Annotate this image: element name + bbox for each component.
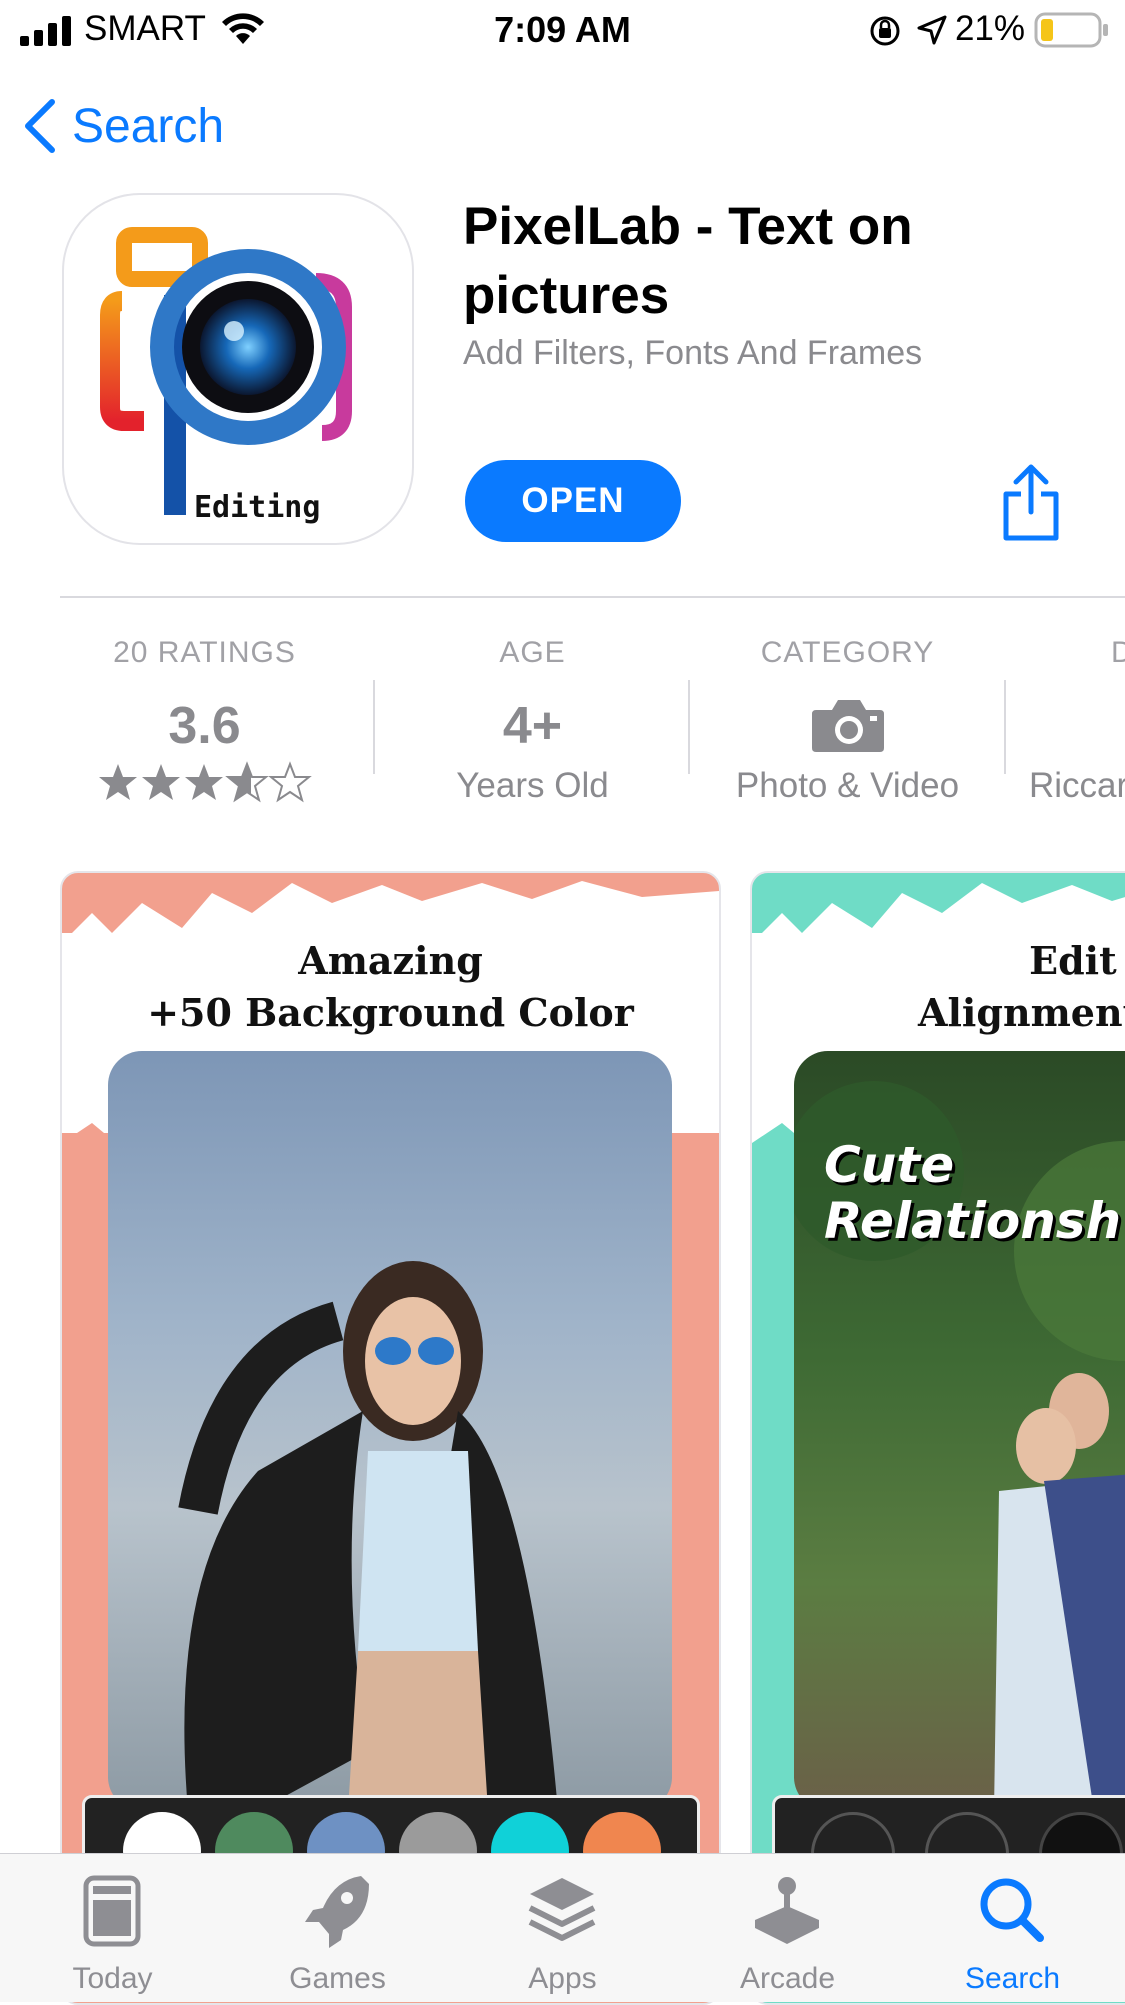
tab-label: Search xyxy=(964,1962,1061,1995)
camera-p-logo-icon: Editing xyxy=(100,227,352,525)
tab-label: Apps xyxy=(528,1962,597,1995)
joystick-icon xyxy=(755,1877,819,1944)
back-button[interactable]: Search xyxy=(22,96,224,156)
layers-icon xyxy=(528,1878,596,1941)
tab-games[interactable]: Games xyxy=(225,1854,450,2002)
app-icon-text: Editing xyxy=(194,490,320,525)
tab-arcade[interactable]: Arcade xyxy=(675,1854,900,2002)
age-value: 4+ xyxy=(502,697,563,755)
share-icon xyxy=(1003,464,1059,541)
developer-sub: Riccar xyxy=(1029,766,1125,805)
today-icon xyxy=(83,1875,141,1947)
couple-photo: Cute Relationsh xyxy=(794,1051,1125,1811)
rating-value: 3.6 xyxy=(168,697,241,755)
model-photo xyxy=(108,1051,672,1811)
open-button[interactable]: OPEN xyxy=(465,460,681,542)
tab-label: Arcade xyxy=(739,1962,836,1995)
info-separator xyxy=(1004,680,1006,774)
status-bar: SMART 7:09 AM 21% xyxy=(0,0,1125,62)
header-divider xyxy=(60,596,1125,598)
category-caption: CATEGORY xyxy=(760,636,935,669)
caption-line: Amazing xyxy=(298,938,483,983)
share-button[interactable] xyxy=(1000,462,1062,542)
location-icon xyxy=(917,15,947,45)
developer-caption: D xyxy=(1111,636,1125,669)
chevron-left-icon xyxy=(25,99,55,153)
screenshot-2-caption: Edit Te Alignment a xyxy=(758,935,1125,1039)
ratings-caption: 20 RATINGS xyxy=(113,636,296,669)
app-subtitle: Add Filters, Fonts And Frames xyxy=(463,334,923,372)
camera-icon xyxy=(691,696,1004,758)
tab-label: Games xyxy=(289,1962,386,1995)
tab-today[interactable]: Today xyxy=(0,1854,225,2002)
caption-line: Alignment a xyxy=(918,990,1125,1035)
screenshot-card-2[interactable]: Edit Te Alignment a Cute Relationsh xyxy=(750,871,1125,2005)
age-caption: AGE xyxy=(499,636,566,669)
info-separator xyxy=(373,680,375,774)
screenshot-1-caption: Amazing +50 Background Color xyxy=(62,935,719,1039)
search-icon xyxy=(980,1878,1044,1942)
overlay-line: Relationsh xyxy=(824,1192,1122,1250)
orientation-lock-icon xyxy=(870,16,900,46)
ratings-info[interactable]: 20 RATINGS 3.6 xyxy=(48,636,361,826)
overlay-text: Cute Relationsh xyxy=(824,1137,1121,1249)
category-sub: Photo & Video xyxy=(735,766,960,805)
tab-label: Today xyxy=(72,1962,153,1995)
screenshot-card-1[interactable]: Amazing +50 Background Color xyxy=(60,871,721,2005)
age-info[interactable]: AGE 4+ Years Old xyxy=(376,636,689,826)
battery-icon xyxy=(1034,12,1108,48)
app-icon: Editing xyxy=(62,193,414,545)
tab-bar: Today Games Apps Arcade Search xyxy=(0,1853,1125,2002)
tab-apps[interactable]: Apps xyxy=(450,1854,675,2002)
back-label: Search xyxy=(72,99,225,153)
caption-line: Edit Te xyxy=(1029,938,1125,983)
info-separator xyxy=(688,680,690,774)
category-info[interactable]: CATEGORY Photo & Video xyxy=(691,636,1004,826)
age-sub: Years Old xyxy=(456,766,609,805)
rating-stars-icon xyxy=(98,763,310,801)
tab-search[interactable]: Search xyxy=(900,1854,1125,2002)
overlay-line: Cute xyxy=(824,1136,955,1194)
caption-line: +50 Background Color xyxy=(147,990,634,1035)
app-title: PixelLab - Text on pictures xyxy=(463,197,913,325)
developer-info[interactable]: D Riccar xyxy=(1007,636,1125,826)
rocket-icon xyxy=(305,1876,369,1948)
battery-percentage: 21% xyxy=(954,9,1025,48)
